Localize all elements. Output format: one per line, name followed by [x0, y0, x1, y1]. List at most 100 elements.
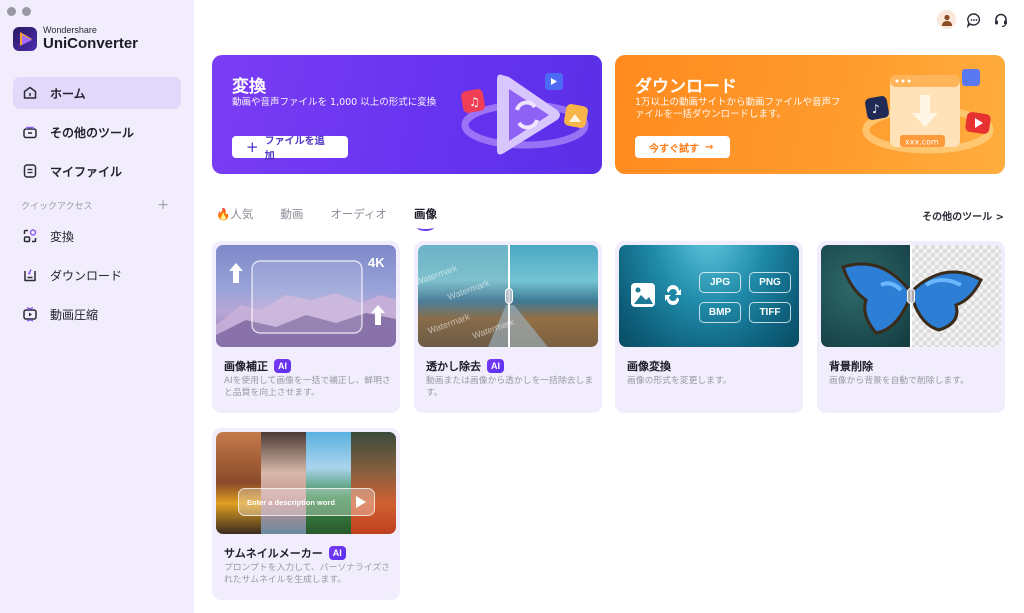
convert-illustration-icon: ♫ [461, 73, 589, 155]
add-file-button[interactable]: + ファイルを追加 [232, 136, 348, 162]
download-banner-desc: 1万以上の動画サイトから動画ファイルや音声ファイルを一括ダウンロードします。 [635, 97, 841, 120]
download-illustration-icon: xxx.com ♪ [862, 69, 994, 154]
ai-badge: AI [274, 359, 291, 373]
card-desc: 画像から背景を自動で削除します。 [829, 376, 969, 386]
svg-text:Watermark: Watermark [418, 263, 459, 288]
quick-access-label: クイックアクセス [21, 201, 93, 212]
compare-slider-handle[interactable] [505, 288, 513, 304]
watermark-remove-thumbnail: Watermark Watermark Watermark Watermark [418, 245, 598, 347]
avatar-icon[interactable] [937, 10, 956, 29]
file-icon [22, 163, 38, 179]
tool-card-image-convert[interactable]: JPG PNG BMP TIFF 画像変換 画像の形式を変更します。 [615, 241, 803, 413]
card-desc: AIを使用して画像を一括で補正し、鮮明さと品質を向上させます。 [224, 376, 391, 398]
card-title-text: 透かし除去 [426, 360, 481, 373]
svg-text:♫: ♫ [469, 95, 480, 109]
card-title: 背景削除 [829, 358, 873, 374]
tool-card-image-enhance[interactable]: 4K 画像補正 AI AIを使用して画像を一括で補正し、鮮明さと品質を向上させま… [212, 241, 400, 413]
window-minimize-button[interactable] [22, 7, 31, 16]
add-file-label: ファイルを追加 [264, 136, 325, 162]
sidebar-item-label: ホーム [50, 86, 86, 101]
card-title-text: 背景削除 [829, 360, 873, 373]
ai-badge: AI [487, 359, 504, 373]
plus-icon: + [246, 138, 259, 156]
tool-card-background-remove[interactable]: 背景削除 画像から背景を自動で削除します。 [817, 241, 1005, 413]
category-tabs: 🔥人気 動画 オーディオ 画像 [216, 206, 437, 231]
download-banner-title: ダウンロード [635, 77, 737, 97]
download-icon [22, 267, 38, 283]
quick-access-header: クイックアクセス + [21, 198, 169, 212]
card-title: 透かし除去 AI [426, 358, 504, 374]
svg-text:Watermark: Watermark [446, 278, 491, 303]
card-title: 画像補正 AI [224, 358, 291, 374]
card-desc: 動画または画像から透かしを一括除去します。 [426, 376, 594, 398]
more-tools-link[interactable]: その他のツール > [922, 208, 1004, 223]
sidebar-item-my-files[interactable]: マイファイル [13, 155, 181, 187]
quick-item-label: 変換 [50, 229, 75, 244]
tool-card-thumbnail-maker[interactable]: Enter a description word サムネイルメーカー AI プロ… [212, 428, 400, 600]
sidebar-item-label: その他のツール [50, 125, 135, 140]
header-actions [937, 10, 1010, 29]
card-title-text: サムネイルメーカー [224, 547, 323, 560]
window-controls [7, 7, 31, 16]
convert-banner-desc: 動画や音声ファイルを 1,000 以上の形式に変換 [232, 97, 437, 108]
format-bmp: BMP [699, 302, 741, 323]
format-tiff: TIFF [749, 302, 791, 323]
format-jpg: JPG [699, 272, 741, 293]
home-icon [22, 85, 38, 101]
card-title: サムネイルメーカー AI [224, 545, 346, 561]
tab-image[interactable]: 画像 [414, 206, 437, 231]
uniconverter-logo-icon [13, 26, 37, 51]
enhance-4k-label: 4K [368, 255, 385, 270]
card-desc: 画像の形式を変更します。 [627, 376, 732, 386]
download-art-label: xxx.com [905, 138, 939, 147]
app-window: Wondershare UniConverter ホーム その他のツール マイフ… [0, 0, 1024, 613]
chat-icon[interactable] [964, 10, 983, 29]
format-png: PNG [749, 272, 791, 293]
quick-access-list: 変換 ダウンロード 動画圧縮 [13, 222, 181, 339]
sidebar-item-home[interactable]: ホーム [13, 77, 181, 109]
thumbnail-maker-thumbnail: Enter a description word [216, 432, 396, 534]
headset-icon[interactable] [991, 10, 1010, 29]
image-enhance-thumbnail: 4K [216, 245, 396, 347]
brand: Wondershare UniConverter [13, 26, 138, 51]
quick-item-label: 動画圧縮 [50, 307, 99, 322]
prompt-input-preview: Enter a description word [238, 488, 375, 516]
send-icon [356, 496, 366, 508]
brand-name: UniConverter [43, 35, 139, 52]
brand-sub: Wondershare [43, 25, 97, 35]
image-convert-thumbnail: JPG PNG BMP TIFF [619, 245, 799, 347]
tab-video[interactable]: 動画 [280, 206, 303, 222]
card-desc: プロンプトを入力して、パーソナライズされたサムネイルを生成します。 [224, 563, 390, 585]
convert-banner[interactable]: 変換 動画や音声ファイルを 1,000 以上の形式に変換 + ファイルを追加 ♫ [212, 55, 602, 174]
quick-item-download[interactable]: ダウンロード [13, 261, 181, 289]
sidebar-item-other-tools[interactable]: その他のツール [13, 116, 181, 148]
try-now-button[interactable]: 今すぐ試す → [635, 136, 730, 158]
background-remove-thumbnail [821, 245, 1001, 347]
tool-card-watermark-remove[interactable]: Watermark Watermark Watermark Watermark … [414, 241, 602, 413]
svg-text:♪: ♪ [872, 102, 880, 116]
compare-slider-handle[interactable] [907, 288, 915, 304]
main-content: 変換 動画や音声ファイルを 1,000 以上の形式に変換 + ファイルを追加 ♫ [194, 0, 1024, 613]
download-banner[interactable]: ダウンロード 1万以上の動画サイトから動画ファイルや音声ファイルを一括ダウンロー… [615, 55, 1005, 174]
quick-item-convert[interactable]: 変換 [13, 222, 181, 250]
card-title: 画像変換 [627, 358, 671, 374]
convert-icon [22, 228, 38, 244]
convert-banner-title: 変換 [232, 77, 266, 97]
try-now-label: 今すぐ試す [649, 143, 699, 155]
sidebar-nav: ホーム その他のツール マイファイル [13, 77, 181, 194]
card-title-text: 画像変換 [627, 360, 671, 373]
quick-item-compress[interactable]: 動画圧縮 [13, 300, 181, 328]
prompt-placeholder: Enter a description word [247, 497, 335, 507]
arrow-right-icon: → [705, 141, 714, 153]
window-close-button[interactable] [7, 7, 16, 16]
ai-badge: AI [328, 546, 346, 560]
compress-icon [22, 306, 38, 322]
tab-audio[interactable]: オーディオ [330, 206, 387, 222]
quick-item-label: ダウンロード [50, 268, 123, 283]
toolbox-icon [22, 124, 38, 140]
sidebar: Wondershare UniConverter ホーム その他のツール マイフ… [0, 0, 194, 613]
quick-access-add-button[interactable]: + [157, 198, 169, 212]
card-title-text: 画像補正 [224, 360, 268, 373]
sidebar-item-label: マイファイル [50, 164, 123, 179]
tab-popular[interactable]: 🔥人気 [216, 206, 253, 222]
